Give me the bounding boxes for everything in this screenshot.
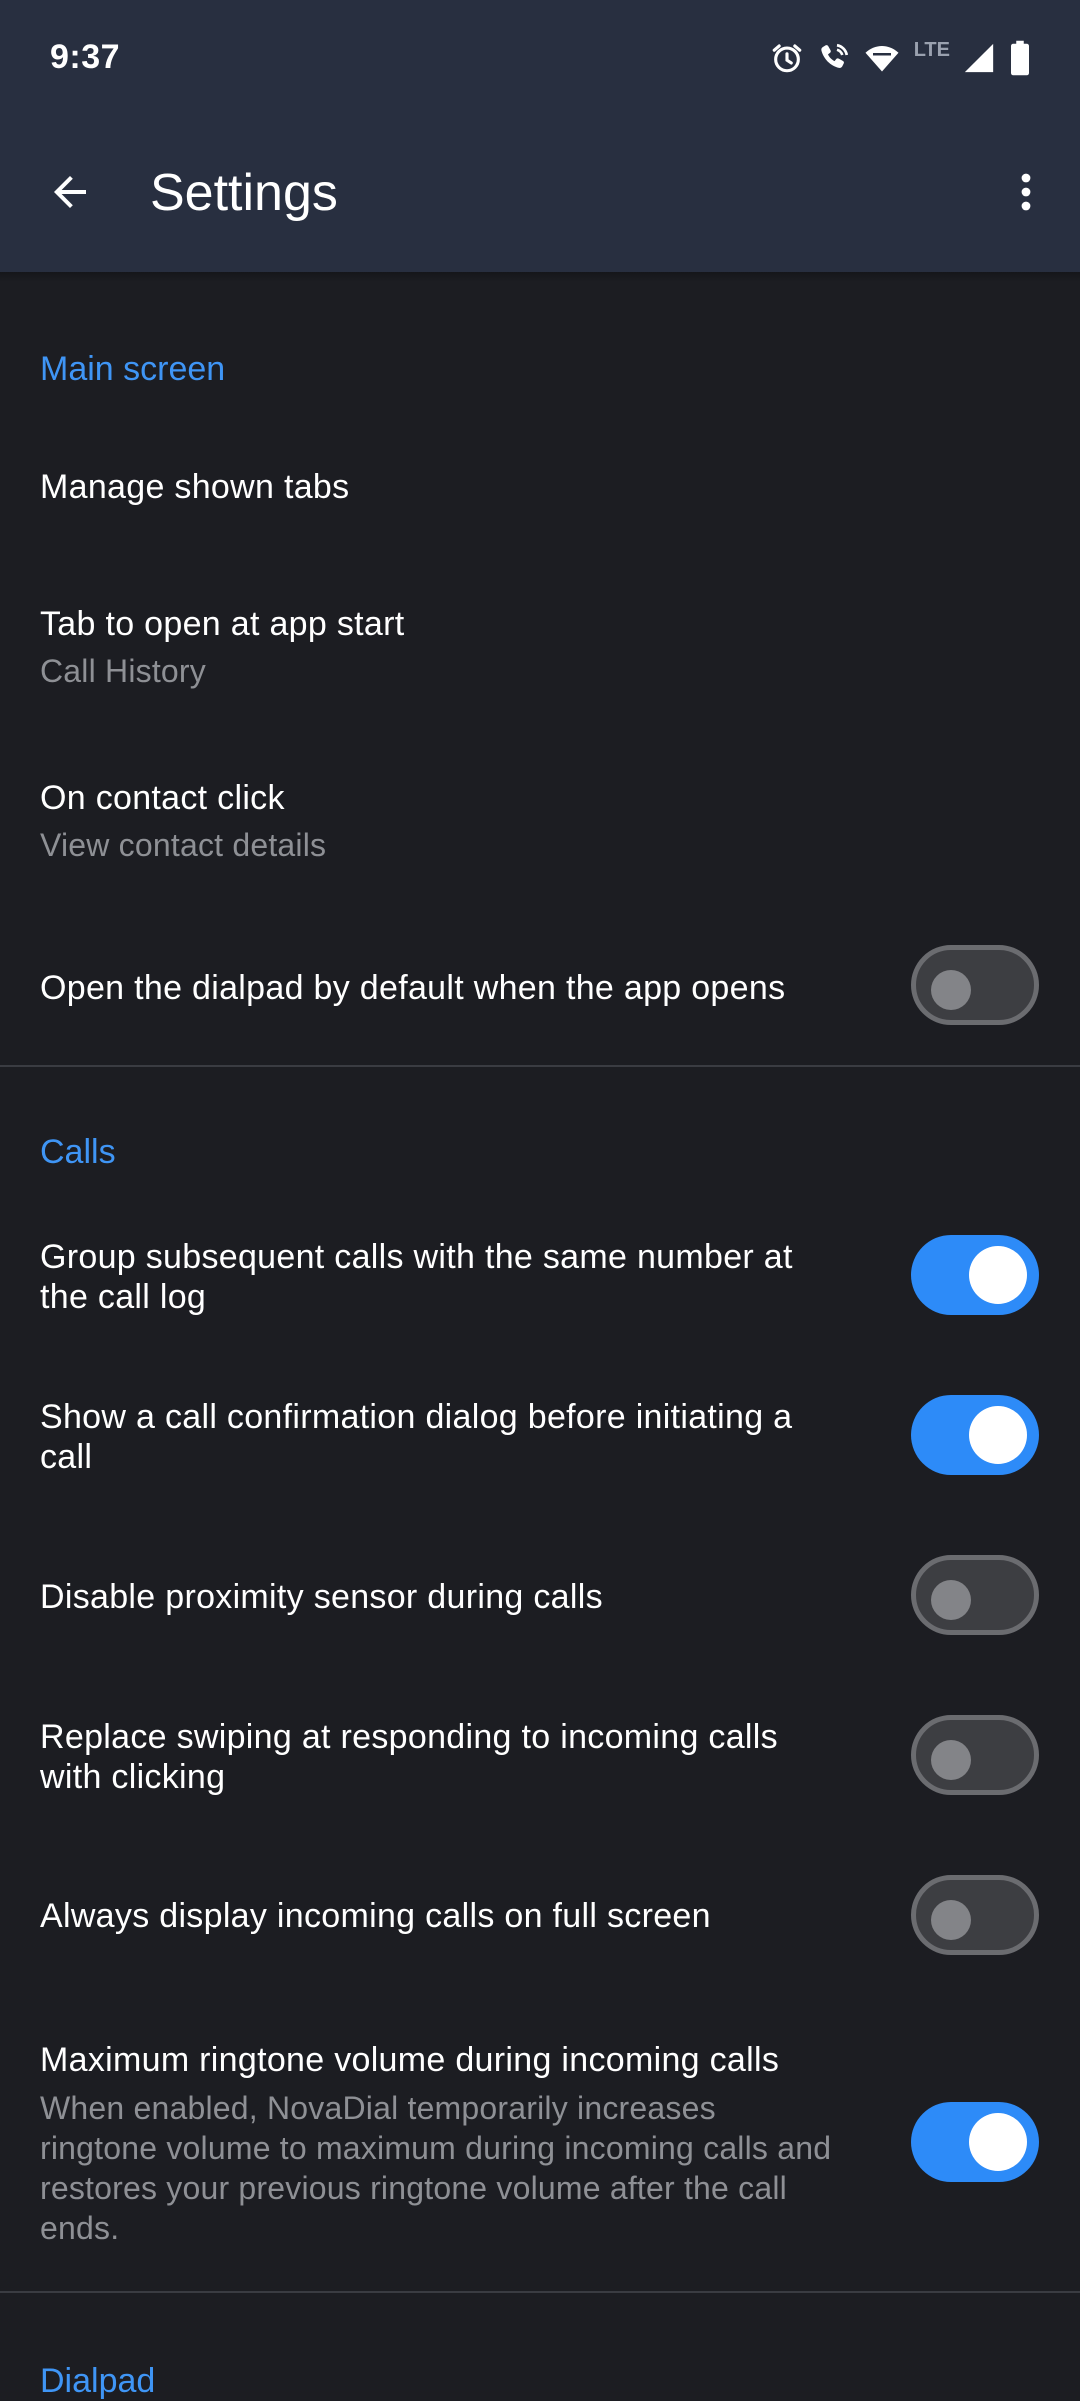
max-volume-toggle[interactable] (911, 2102, 1039, 2182)
open-dialpad-toggle[interactable] (911, 945, 1039, 1025)
arrow-back-icon (54, 176, 86, 208)
group-calls-title[interactable]: Group subsequent calls with the same num… (40, 1237, 840, 1317)
section-divider (0, 2291, 1080, 2293)
proximity-sensor-toggle[interactable] (911, 1555, 1039, 1635)
more-options-button[interactable] (986, 152, 1066, 232)
max-volume-title[interactable]: Maximum ringtone volume during incoming … (40, 2040, 840, 2080)
status-icons: LTE (758, 38, 1032, 78)
replace-swipe-toggle[interactable] (911, 1715, 1039, 1795)
wifi-calling-icon (821, 43, 848, 68)
cellular-signal-icon (964, 43, 994, 73)
app-bar: Settings (0, 118, 1080, 272)
full-screen-title[interactable]: Always display incoming calls on full sc… (40, 1896, 840, 1936)
status-time: 9:37 (50, 38, 121, 76)
page-title: Settings (150, 164, 338, 222)
section-header-calls: Calls (40, 1133, 116, 1171)
contact-click-value: View contact details (40, 827, 327, 863)
full-screen-toggle[interactable] (911, 1875, 1039, 1955)
open-dialpad-title[interactable]: Open the dialpad by default when the app… (40, 968, 785, 1008)
section-header-main-screen: Main screen (40, 350, 226, 388)
toggle-knob (931, 1740, 971, 1780)
more-vert-icon (1021, 173, 1031, 211)
wifi-icon (865, 46, 899, 72)
contact-click-title[interactable]: On contact click (40, 778, 285, 818)
manage-shown-tabs-item[interactable]: Manage shown tabs (40, 467, 349, 507)
toggle-knob (931, 1580, 971, 1620)
toggle-knob (969, 2113, 1027, 2171)
status-bar: 9:37 LTE (0, 0, 1080, 118)
toggle-knob (931, 970, 971, 1010)
confirm-dialog-toggle[interactable] (911, 1395, 1039, 1475)
tab-at-start-value: Call History (40, 653, 206, 689)
proximity-sensor-title[interactable]: Disable proximity sensor during calls (40, 1577, 840, 1617)
alarm-icon (772, 44, 802, 73)
replace-swipe-title[interactable]: Replace swiping at responding to incomin… (40, 1717, 840, 1797)
app-bar-shadow (0, 272, 1080, 282)
toggle-knob (931, 1900, 971, 1940)
toggle-knob (969, 1406, 1027, 1464)
max-volume-description: When enabled, NovaDial temporarily incre… (40, 2090, 832, 2246)
back-button[interactable] (30, 152, 110, 232)
battery-icon (1011, 40, 1029, 76)
confirm-dialog-title[interactable]: Show a call confirmation dialog before i… (40, 1397, 840, 1477)
section-header-dialpad: Dialpad (40, 2362, 156, 2400)
toggle-knob (969, 1246, 1027, 1304)
network-type-label: LTE (913, 38, 950, 61)
section-divider (0, 1065, 1080, 1067)
tab-at-start-title[interactable]: Tab to open at app start (40, 604, 404, 644)
group-calls-toggle[interactable] (911, 1235, 1039, 1315)
